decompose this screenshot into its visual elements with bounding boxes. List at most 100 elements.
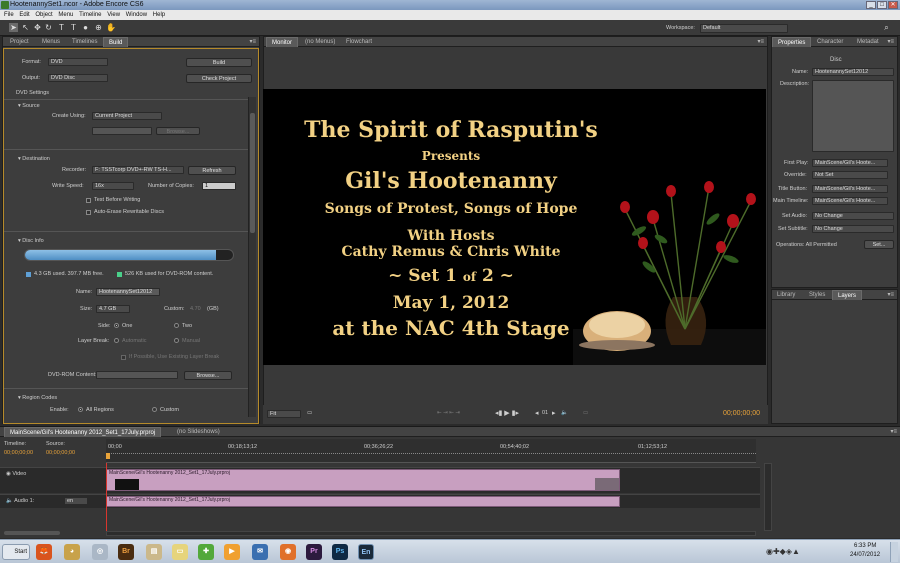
layer-auto-radio[interactable]: [114, 338, 119, 343]
menu-file[interactable]: File: [4, 12, 14, 18]
playhead-handle[interactable]: [106, 453, 110, 459]
fox-app-icon[interactable]: 🦊: [36, 544, 52, 560]
first-play-select[interactable]: MainScene/Gil's Hoote...: [812, 159, 888, 167]
build-scroll-thumb[interactable]: [250, 113, 255, 233]
audio-icon[interactable]: 🔈: [561, 410, 568, 416]
create-using-select[interactable]: Current Project: [92, 112, 162, 120]
copies-input[interactable]: 1: [202, 182, 236, 190]
tab-project[interactable]: Project: [5, 37, 34, 47]
maximize-button[interactable]: □: [877, 1, 887, 9]
minimize-button[interactable]: _: [866, 1, 876, 9]
menu-edit[interactable]: Edit: [19, 12, 29, 18]
source-timecode[interactable]: 00;00;00;00: [46, 450, 75, 456]
start-button[interactable]: Start: [2, 544, 30, 560]
chapter-prev-icon[interactable]: ◂: [535, 409, 539, 417]
photoshop-icon[interactable]: Ps: [332, 544, 348, 560]
all-regions-radio[interactable]: [78, 407, 83, 412]
media-player-icon[interactable]: ▶: [224, 544, 240, 560]
zoom-slider[interactable]: [4, 531, 60, 535]
zoom-tool-icon[interactable]: ⊕: [94, 23, 103, 32]
move-tool-icon[interactable]: ✥: [33, 23, 42, 32]
show-desktop-button[interactable]: [890, 542, 898, 562]
menu-object[interactable]: Object: [35, 12, 52, 18]
title-button-select[interactable]: MainScene/Gil's Hoote...: [812, 185, 888, 193]
format-select[interactable]: DVD: [48, 58, 108, 66]
bridge-icon[interactable]: Br: [118, 544, 134, 560]
panel-menu-icon[interactable]: ▾≡: [249, 38, 256, 45]
set-subtitle-select[interactable]: No Change: [812, 225, 894, 233]
tab-build[interactable]: Build: [103, 37, 129, 47]
search-icon[interactable]: ⌕: [882, 23, 891, 32]
audio-clip[interactable]: MainScene/Gil's Hootenanny 2012_Set1_17J…: [106, 496, 620, 507]
selection-tool-icon[interactable]: ➤: [9, 23, 18, 32]
set-audio-select[interactable]: No Change: [812, 212, 894, 220]
rotate-tool-icon[interactable]: ↻: [44, 23, 53, 32]
refresh-button[interactable]: Refresh: [188, 166, 236, 175]
side-one-radio[interactable]: [114, 323, 119, 328]
tab-properties[interactable]: Properties: [772, 37, 812, 47]
build-scrollbar[interactable]: [248, 97, 256, 417]
timeline-menu-icon[interactable]: ▾≡: [890, 428, 897, 435]
menu-view[interactable]: View: [107, 12, 120, 18]
custom-region-radio[interactable]: [152, 407, 157, 412]
gimp-icon[interactable]: ◕: [64, 544, 80, 560]
dot-tool-icon[interactable]: ●: [81, 23, 90, 32]
check-project-button[interactable]: Check Project: [186, 74, 252, 83]
menu-menu[interactable]: Menu: [58, 12, 73, 18]
hand-tool-icon[interactable]: ✋: [106, 23, 116, 32]
tab-slideshows[interactable]: (no Slideshows): [172, 427, 225, 437]
menu-timeline[interactable]: Timeline: [79, 12, 101, 18]
layers-menu-icon[interactable]: ▾≡: [887, 291, 894, 298]
timeline-hscrollbar[interactable]: [106, 531, 756, 536]
auto-erase-checkbox[interactable]: [86, 210, 91, 215]
tab-library[interactable]: Library: [772, 290, 800, 300]
monitor-timecode[interactable]: 00;00;00;00: [723, 410, 760, 417]
clock-date[interactable]: 24/07/2012: [850, 552, 880, 558]
main-timeline-select[interactable]: MainScene/Gil's Hoote...: [812, 197, 888, 205]
chapter-next-icon[interactable]: ▸: [552, 409, 556, 417]
firefox-icon[interactable]: ◉: [280, 544, 296, 560]
audio-language-select[interactable]: en: [64, 497, 88, 505]
workspace-select[interactable]: Default: [700, 24, 788, 33]
write-speed-select[interactable]: 16x: [92, 182, 134, 190]
timeline-ruler[interactable]: 00;00 00;18;13;12 00;36;26;22 00;54;40;0…: [106, 439, 756, 463]
vertical-text-tool-icon[interactable]: ꓔ: [69, 23, 78, 32]
clock-time[interactable]: 6:33 PM: [854, 543, 876, 549]
output-select[interactable]: DVD Disc: [48, 74, 108, 82]
encore-icon[interactable]: En: [358, 544, 374, 560]
disc-info-section-toggle[interactable]: ▾ Disc Info: [18, 238, 44, 244]
video-clip[interactable]: MainScene/Gil's Hootenanny 2012_Set1_17J…: [106, 469, 620, 491]
tab-timelines[interactable]: Timelines: [67, 37, 102, 47]
monitor-menu-icon[interactable]: ▾≡: [757, 38, 764, 45]
green-app-icon[interactable]: ✚: [198, 544, 214, 560]
menu-help[interactable]: Help: [153, 12, 165, 18]
build-button[interactable]: Build: [186, 58, 252, 67]
tab-no-menus[interactable]: (no Menus): [300, 37, 340, 47]
operations-set-button[interactable]: Set...: [864, 240, 894, 249]
globe-app-icon[interactable]: ◎: [92, 544, 108, 560]
rom-content-field[interactable]: [96, 371, 178, 379]
recorder-select[interactable]: F: TSSTcorp DVD+-RW TS-H...: [92, 166, 184, 174]
destination-section-toggle[interactable]: ▾ Destination: [18, 156, 50, 162]
close-button[interactable]: ✕: [888, 1, 898, 9]
rom-browse-button[interactable]: Browse...: [184, 371, 232, 380]
layer-manual-radio[interactable]: [174, 338, 179, 343]
timeline-timecode[interactable]: 00;00;00;00: [4, 450, 33, 456]
menu-window[interactable]: Window: [126, 12, 147, 18]
tab-metadata[interactable]: Metadat: [852, 37, 884, 47]
timeline-vscrollbar[interactable]: [764, 463, 772, 531]
tab-flowchart[interactable]: Flowchart: [341, 37, 377, 47]
tab-menus[interactable]: Menus: [37, 37, 65, 47]
override-select[interactable]: Not Set: [812, 171, 888, 179]
properties-menu-icon[interactable]: ▾≡: [887, 38, 894, 45]
region-section-toggle[interactable]: ▾ Region Codes: [18, 395, 57, 401]
thunderbird-icon[interactable]: ✉: [252, 544, 268, 560]
tab-timeline[interactable]: MainScene/Gil's Hootenanny 2012_Set1_17J…: [4, 427, 162, 437]
folder-icon[interactable]: ▤: [146, 544, 162, 560]
tab-layers[interactable]: Layers: [832, 290, 863, 300]
direct-select-tool-icon[interactable]: ↖: [21, 23, 30, 32]
tray-icons[interactable]: ◉✚◆◈▲: [766, 547, 800, 556]
safe-area-icon[interactable]: ▭: [307, 410, 312, 416]
prop-description-input[interactable]: [812, 80, 894, 152]
disc-name-input[interactable]: HootenannySet12012: [96, 288, 160, 296]
